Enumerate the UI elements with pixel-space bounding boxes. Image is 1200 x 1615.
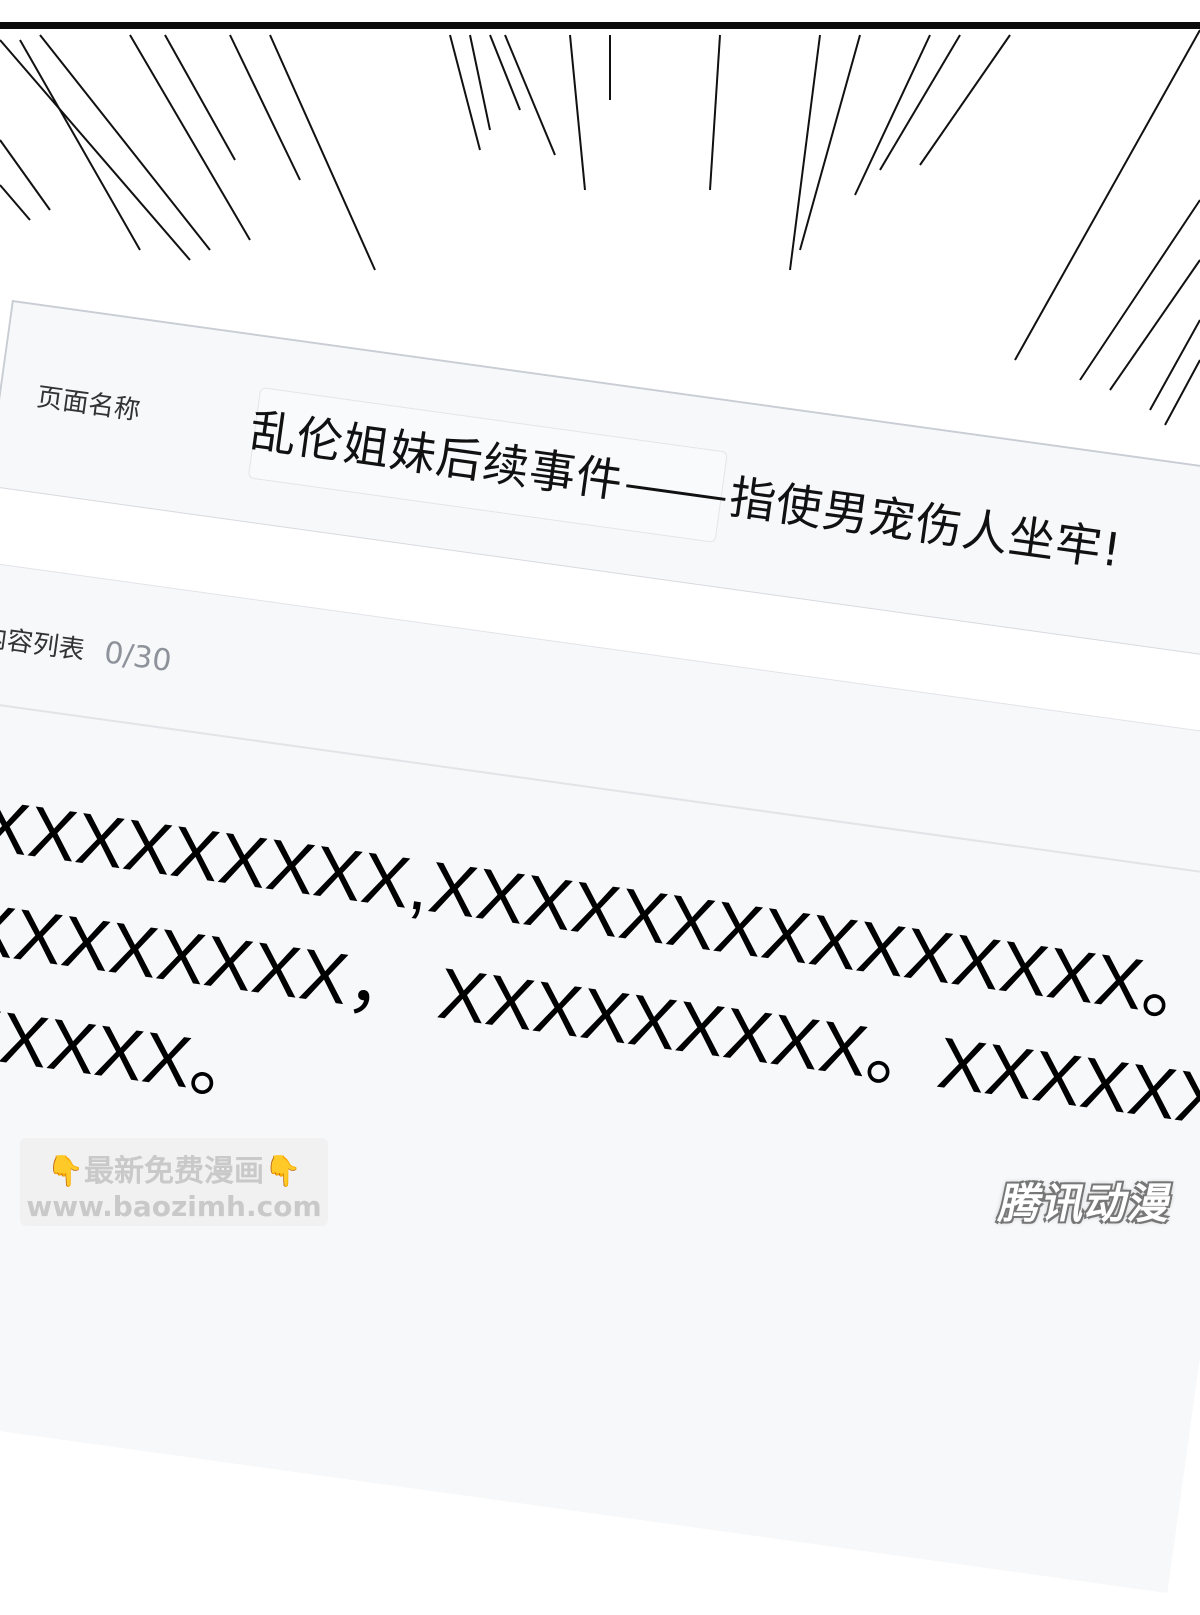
content-list-label: 内容列表 bbox=[0, 622, 87, 667]
watermark-url: www.baozimh.com bbox=[26, 1190, 322, 1223]
watermark-text: 最新免费漫画 bbox=[84, 1154, 264, 1189]
page-name-label: 页面名称 bbox=[34, 382, 142, 427]
title-dash bbox=[626, 484, 726, 501]
pointing-hand-icon: 👇 bbox=[264, 1154, 302, 1189]
watermark-line1: 👇最新免费漫画👇 bbox=[20, 1146, 328, 1190]
page-name-title-tail: 指使男宠伤人坐牢! bbox=[726, 469, 1126, 578]
watermark: 👇最新免费漫画👇 www.baozimh.com bbox=[20, 1138, 328, 1226]
content-editor-card: 页面名称 乱伦姐妹后续事件指使男宠伤人坐牢! 内容列表 0/30 XXXXXXXX… bbox=[0, 300, 1200, 1594]
brand-logo: 腾讯动漫 bbox=[995, 1178, 1178, 1228]
content-list-header: 内容列表 0/30 bbox=[0, 616, 174, 679]
pointing-hand-icon: 👇 bbox=[46, 1154, 84, 1189]
content-list-count: 0/30 bbox=[102, 635, 174, 680]
